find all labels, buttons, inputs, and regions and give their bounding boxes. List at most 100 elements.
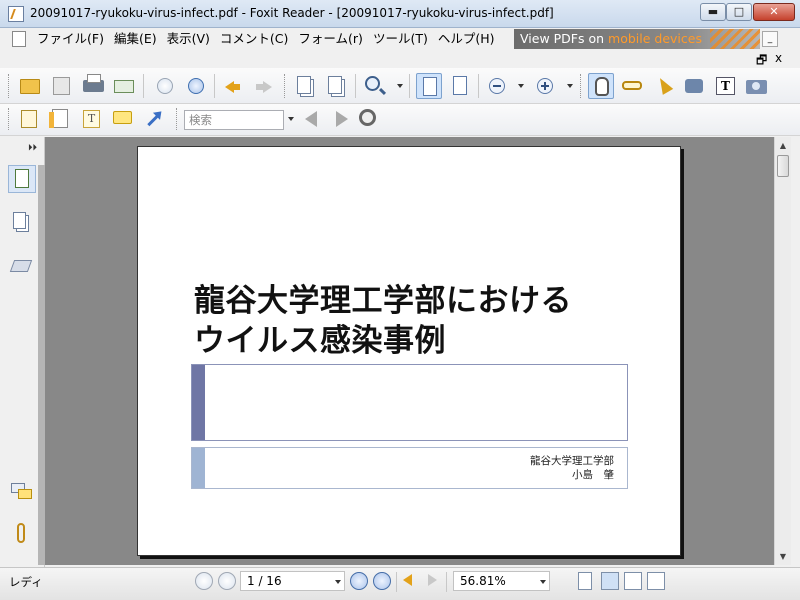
first-page-button[interactable] — [152, 73, 178, 99]
typewriter-button[interactable] — [16, 106, 42, 132]
snapshot-button[interactable] — [743, 73, 769, 99]
binoculars-icon — [685, 79, 703, 93]
scroll-up-button[interactable]: ▲ — [775, 137, 791, 154]
hand-tool-button[interactable] — [588, 73, 614, 99]
sidebar-tab-attachments[interactable] — [8, 520, 36, 548]
menu-form[interactable]: フォーム(r) — [293, 30, 368, 48]
sidebar-tab-pages[interactable] — [8, 209, 36, 237]
textbox-button[interactable]: T — [78, 106, 104, 132]
toolbar-separator — [214, 74, 215, 98]
sidebar-tab-comments[interactable] — [8, 480, 36, 508]
menu-file[interactable]: ファイル(F) — [32, 30, 109, 48]
toolbar-separator — [478, 74, 479, 98]
pdf-page[interactable]: 龍谷大学理工学部における ウイルス感染事例 龍谷大学理工学部 小島 肇 — [137, 146, 681, 556]
page-number-field[interactable]: 1 / 16 — [240, 571, 345, 591]
maximize-button[interactable]: □ — [726, 3, 752, 21]
callout-button[interactable] — [109, 106, 135, 132]
banner-stripes — [710, 29, 760, 49]
text-select-icon: T — [716, 77, 735, 95]
toolbar-grip[interactable] — [284, 74, 287, 98]
slide-title-line-1: 龍谷大学理工学部における — [194, 283, 572, 319]
sidebar-tab-bookmarks[interactable] — [8, 165, 36, 193]
zoom-out-button[interactable] — [484, 73, 510, 99]
arrow-icon — [147, 112, 161, 127]
status-next-page-button[interactable] — [350, 572, 368, 590]
zoom-value-dropdown-arrow[interactable] — [540, 580, 546, 584]
status-last-page-button[interactable] — [373, 572, 391, 590]
reading-glasses-button[interactable] — [619, 73, 645, 99]
status-prev-page-button[interactable] — [218, 572, 236, 590]
menu-tools[interactable]: ツール(T) — [368, 30, 433, 48]
zoom-out-dropdown-arrow[interactable] — [518, 84, 524, 88]
document-icon[interactable] — [12, 31, 26, 47]
scroll-down-button[interactable]: ▼ — [775, 548, 791, 565]
menu-edit[interactable]: 編集(E) — [109, 30, 162, 48]
vertical-scrollbar[interactable]: ▲ ▼ — [774, 137, 791, 565]
continuous-facing-view-button[interactable] — [647, 572, 665, 590]
zoom-field[interactable]: 56.81% — [453, 571, 550, 591]
find-next-icon — [336, 111, 348, 127]
zoom-in-dropdown-arrow[interactable] — [567, 84, 573, 88]
zoom-tool-button[interactable] — [362, 73, 388, 99]
status-back-icon[interactable] — [403, 574, 412, 586]
mdi-close-button[interactable]: x — [775, 51, 782, 65]
open-button[interactable] — [17, 73, 43, 99]
next-page-button[interactable] — [183, 73, 209, 99]
toolbar-grip[interactable] — [8, 74, 11, 98]
select-tool-button[interactable] — [650, 73, 676, 99]
toolbar-grip[interactable] — [580, 74, 583, 98]
save-button[interactable] — [48, 73, 74, 99]
hand-icon — [595, 77, 609, 96]
slide-title-line-2: ウイルス感染事例 — [194, 323, 446, 359]
fit-width-button[interactable] — [447, 73, 473, 99]
zoom-dropdown-arrow[interactable] — [397, 84, 403, 88]
sidebar-tab-layers[interactable] — [8, 253, 36, 281]
search-dropdown-arrow[interactable] — [288, 117, 294, 121]
minimize-button[interactable]: ▬ — [700, 3, 726, 21]
status-text: レディ — [9, 575, 43, 589]
search-icon — [359, 109, 376, 126]
back-button[interactable] — [220, 73, 246, 99]
scroll-thumb[interactable] — [777, 155, 789, 177]
comments-icon-front — [18, 489, 32, 499]
forward-button[interactable] — [251, 73, 277, 99]
email-button[interactable] — [111, 73, 137, 99]
printer-icon — [83, 74, 104, 92]
print-button[interactable] — [80, 73, 106, 99]
menu-help[interactable]: ヘルプ(H) — [433, 30, 500, 48]
toolbar-grip[interactable] — [8, 108, 11, 130]
mdi-minimize-button[interactable]: _ — [762, 31, 778, 47]
down-circle-icon — [188, 78, 204, 94]
glasses-icon — [622, 81, 642, 90]
zoom-in-button[interactable] — [532, 73, 558, 99]
search-input[interactable]: 検索 — [184, 110, 284, 130]
collapse-sidebar-button[interactable]: ⏵⏵ — [28, 143, 37, 153]
menu-view[interactable]: 表示(V) — [162, 30, 215, 48]
insert-pages-button[interactable] — [323, 73, 349, 99]
close-button[interactable]: ✕ — [753, 3, 795, 21]
arrow-left-icon — [225, 81, 240, 93]
mobile-ad-banner[interactable]: View PDFs on mobile devices — [514, 29, 760, 49]
window-right-edge — [791, 137, 800, 567]
single-page-view-button[interactable] — [578, 572, 592, 590]
continuous-view-button[interactable] — [601, 572, 619, 590]
find-button[interactable] — [681, 73, 707, 99]
advanced-search-button[interactable] — [356, 106, 382, 132]
menu-comment[interactable]: コメント(C) — [215, 30, 293, 48]
find-next-button[interactable] — [328, 106, 354, 132]
find-previous-button[interactable] — [300, 106, 326, 132]
toolbar-grip[interactable] — [176, 108, 179, 130]
text-select-button[interactable]: T — [712, 73, 738, 99]
status-first-page-button[interactable] — [195, 572, 213, 590]
arrow-tool-button[interactable] — [140, 106, 166, 132]
page-dropdown-arrow[interactable] — [335, 580, 341, 584]
zoom-value: 56.81% — [460, 574, 506, 588]
extract-pages-button[interactable] — [292, 73, 318, 99]
note-button[interactable] — [47, 106, 73, 132]
subtitle-box — [191, 364, 628, 441]
status-forward-icon[interactable] — [428, 574, 437, 586]
toolbar-separator — [355, 74, 356, 98]
facing-view-button[interactable] — [624, 572, 642, 590]
document-view[interactable]: 龍谷大学理工学部における ウイルス感染事例 龍谷大学理工学部 小島 肇 — [45, 137, 774, 565]
fit-page-button[interactable] — [416, 73, 442, 99]
